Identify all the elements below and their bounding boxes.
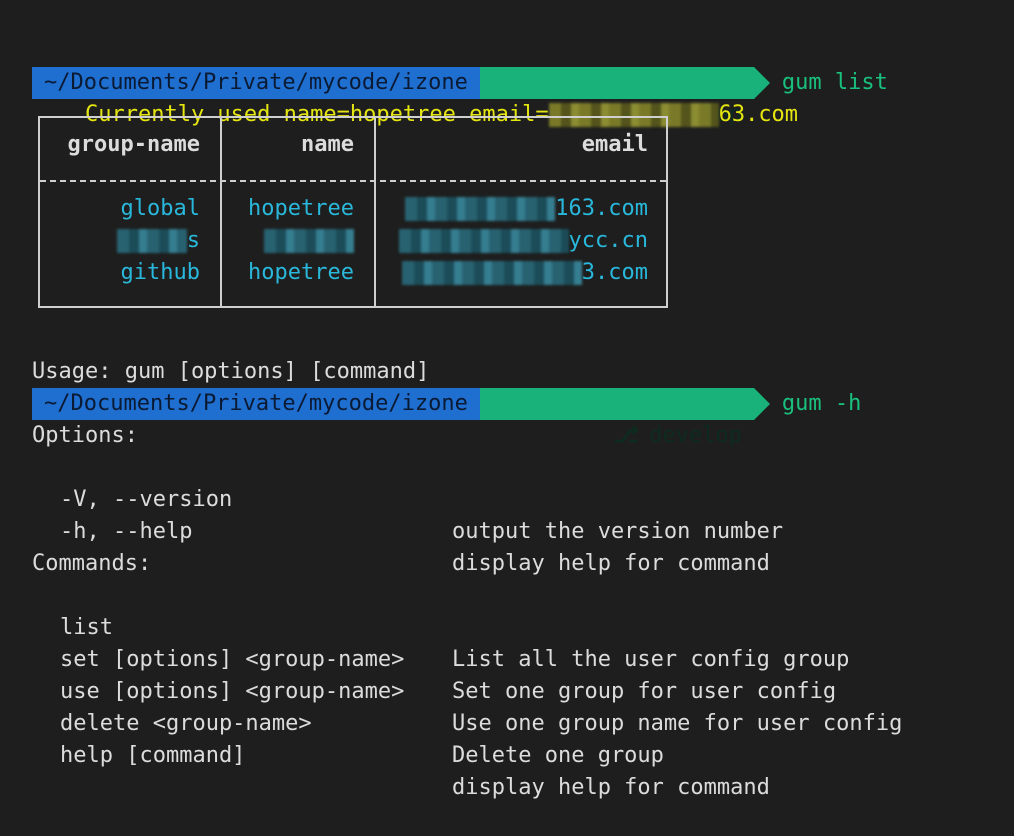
command-row: help [command] display help for command (32, 708, 1012, 800)
prompt-line-2: ~/Documents/Private/mycode/izone ⎇ develo… (32, 324, 861, 448)
current-user-line: Currently used name=hopetree email= 63.co… (32, 67, 798, 127)
command-text: gum -h (781, 391, 862, 416)
table-cell-email: ycc.cn (376, 228, 648, 253)
option-row: -h, --help display help for command (32, 484, 1012, 576)
prompt-path: ~/Documents/Private/mycode/izone (32, 388, 496, 420)
git-branch-icon: ⎇ (613, 423, 640, 448)
table-cell-group: s (40, 228, 200, 253)
redacted-name (264, 229, 354, 253)
redacted-email (398, 229, 569, 253)
prompt-branch-segment: ⎇ develop (479, 388, 770, 448)
command-desc: display help for command (452, 775, 770, 800)
group-table: group-name name email global hopetree 16… (38, 116, 668, 308)
command-key: help [command] (60, 743, 246, 768)
command-row: list List all the user config group (32, 580, 1012, 672)
options-title: Options: (32, 423, 138, 448)
header-name: name (301, 132, 354, 157)
redacted-email (401, 261, 582, 285)
prompt-line-1: ~/Documents/Private/mycode/izone ⎇develo… (32, 3, 888, 127)
header-email: email (581, 132, 648, 157)
table-cell-name: hopetree (248, 196, 354, 221)
table-cell-group: global (120, 196, 200, 221)
command-row: delete <group-name> Delete one group (32, 676, 1012, 768)
option-key: -h, --help (60, 519, 193, 544)
header-group-name: group-name (67, 132, 200, 157)
table-cell-name (222, 228, 354, 253)
current-user-suffix: 63.com (718, 102, 799, 127)
usage-line: Usage: gum [options] [command] (32, 359, 430, 384)
redacted-email (405, 197, 556, 221)
table-cell-email: 163.com (376, 196, 648, 221)
table-header-divider (40, 180, 666, 182)
prompt-branch: develop (649, 423, 742, 448)
commands-title: Commands: (32, 551, 152, 576)
option-row: -V, --version output the version number (32, 452, 1012, 544)
table-cell-email: 3.com (376, 260, 648, 285)
command-desc: Delete one group (452, 743, 664, 768)
table-cell-group: github (120, 260, 200, 285)
redacted-group (116, 229, 187, 253)
command-row: set [options] <group-name> Set one group… (32, 612, 1012, 704)
table-cell-name: hopetree (248, 260, 354, 285)
option-desc: display help for command (452, 551, 770, 576)
option-desc: output the version number (452, 519, 784, 544)
command-row: use [options] <group-name> Use one group… (32, 644, 1012, 736)
